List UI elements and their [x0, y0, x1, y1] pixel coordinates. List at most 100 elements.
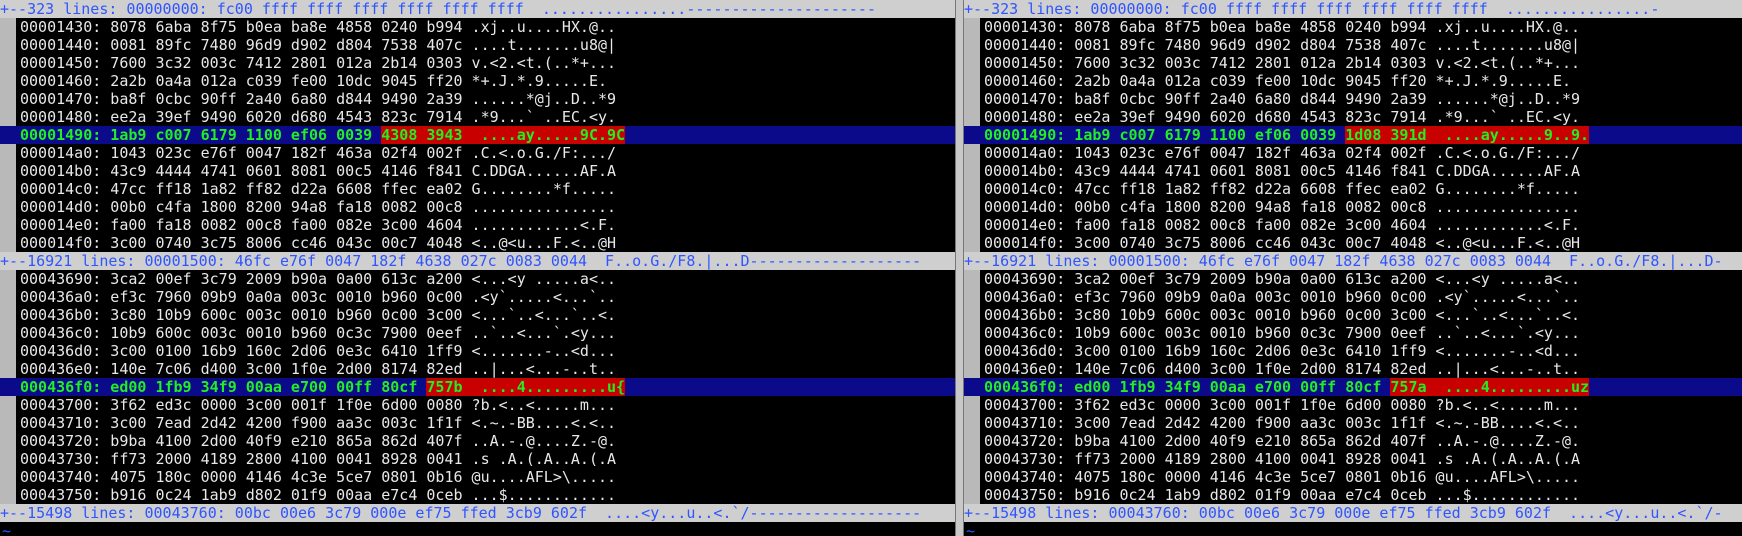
diff-gutter [0, 360, 16, 378]
hex-line[interactable]: 00043730: ff73 2000 4189 2800 4100 0041 … [980, 450, 1580, 468]
unchanged-part: 000436f0: ed00 1fb9 34f9 00aa e700 00ff … [984, 378, 1391, 396]
hex-line[interactable]: 00001470: ba8f 0cbc 90ff 2a40 6a80 d844 … [16, 90, 616, 108]
hex-line[interactable]: 000436c0: 10b9 600c 003c 0010 b960 0c3c … [980, 324, 1580, 342]
diff-gutter [964, 234, 980, 252]
hex-line[interactable]: 00043700: 3f62 ed3c 0000 3c00 001f 1f0e … [16, 396, 616, 414]
diff-gutter [964, 198, 980, 216]
hex-line[interactable]: 00001440: 0081 89fc 7480 96d9 d902 d804 … [16, 36, 616, 54]
changed-bytes: 1d08 391d [1345, 126, 1427, 144]
diff-gutter [964, 36, 980, 54]
hex-line[interactable]: 00043730: ff73 2000 4189 2800 4100 0041 … [16, 450, 616, 468]
diff-gutter [0, 324, 16, 342]
hex-line[interactable]: 000436c0: 10b9 600c 003c 0010 b960 0c3c … [16, 324, 616, 342]
hex-line[interactable]: 000436a0: ef3c 7960 09b9 0a0a 003c 0010 … [16, 288, 616, 306]
changed-ascii: 9..9. [1543, 126, 1590, 144]
right-diff-pane[interactable]: +--323 lines: 00000000: fc00 ffff ffff f… [964, 0, 1742, 536]
changed-hex-line[interactable]: 000436f0: ed00 1fb9 34f9 00aa e700 00ff … [0, 378, 955, 396]
hex-line[interactable]: 000014e0: fa00 fa18 0082 00c8 fa00 082e … [980, 216, 1580, 234]
vertical-split-separator[interactable] [955, 0, 964, 536]
hex-line[interactable]: 000014b0: 43c9 4444 4741 0601 8081 00c5 … [980, 162, 1580, 180]
diff-gutter [964, 396, 980, 414]
hex-line[interactable]: 000014b0: 43c9 4444 4741 0601 8081 00c5 … [16, 162, 616, 180]
hex-line[interactable]: 00001430: 8078 6aba 8f75 b0ea ba8e 4858 … [16, 18, 616, 36]
hex-line[interactable]: 000014c0: 47cc ff18 1a82 ff82 d22a 6608 … [16, 180, 616, 198]
hex-line[interactable]: 000014d0: 00b0 c4fa 1800 8200 94a8 fa18 … [980, 198, 1580, 216]
diff-gap [1426, 378, 1445, 396]
changed-ascii: u{ [607, 378, 626, 396]
changed-hex-line[interactable]: 00001490: 1ab9 c007 6179 1100 ef06 0039 … [0, 126, 955, 144]
changed-ascii-prefix: ....4......... [1444, 378, 1572, 396]
changed-ascii: uz [1571, 378, 1590, 396]
diff-gutter [0, 396, 16, 414]
hex-line[interactable]: 000014d0: 00b0 c4fa 1800 8200 94a8 fa18 … [16, 198, 616, 216]
unchanged-part: 000436f0: ed00 1fb9 34f9 00aa e700 00ff … [20, 378, 427, 396]
diff-gutter [0, 270, 16, 288]
hex-line[interactable]: 00043710: 3c00 7ead 2d42 4200 f900 aa3c … [16, 414, 616, 432]
hex-line[interactable]: 00043690: 3ca2 00ef 3c79 2009 b90a 0a00 … [980, 270, 1580, 288]
diff-gutter [0, 486, 16, 504]
diff-gutter [0, 144, 16, 162]
diff-gutter [964, 432, 980, 450]
hex-line[interactable]: 000014f0: 3c00 0740 3c75 8006 cc46 043c … [980, 234, 1580, 252]
hex-line[interactable]: 00043720: b9ba 4100 2d00 40f9 e210 865a … [980, 432, 1580, 450]
diff-gutter [964, 180, 980, 198]
hex-line[interactable]: 00001480: ee2a 39ef 9490 6020 d680 4543 … [16, 108, 616, 126]
hex-line[interactable]: 00001460: 2a2b 0a4a 012a c039 fe00 10dc … [980, 72, 1571, 90]
hex-line[interactable]: 00043750: b916 0c24 1ab9 d802 01f9 00aa … [16, 486, 616, 504]
diff-gutter [964, 54, 980, 72]
hex-line[interactable]: 00001480: ee2a 39ef 9490 6020 d680 4543 … [980, 108, 1580, 126]
diff-gutter [0, 468, 16, 486]
hex-line[interactable]: 000436b0: 3c80 10b9 600c 003c 0010 b960 … [16, 306, 616, 324]
hex-line[interactable]: 00043750: b916 0c24 1ab9 d802 01f9 00aa … [980, 486, 1580, 504]
changed-ascii-prefix: ....ay..... [1444, 126, 1544, 144]
hex-line[interactable]: 000436d0: 3c00 0100 16b9 160c 2d06 0e3c … [980, 342, 1580, 360]
hex-line[interactable]: 000014c0: 47cc ff18 1a82 ff82 d22a 6608 … [980, 180, 1580, 198]
left-diff-pane[interactable]: +--323 lines: 00000000: fc00 ffff ffff f… [0, 0, 955, 536]
changed-bytes: 757b [426, 378, 463, 396]
hex-line[interactable]: 00043720: b9ba 4100 2d00 40f9 e210 865a … [16, 432, 616, 450]
changed-hex-line[interactable]: 00001490: 1ab9 c007 6179 1100 ef06 0039 … [964, 126, 1742, 144]
hex-line[interactable]: 00001440: 0081 89fc 7480 96d9 d902 d804 … [980, 36, 1580, 54]
empty-buffer-tilde: ~ [2, 522, 12, 536]
diff-gutter [964, 306, 980, 324]
changed-bytes: 757a [1390, 378, 1427, 396]
hex-line[interactable]: 00043740: 4075 180c 0000 4146 4c3e 5ce7 … [980, 468, 1580, 486]
changed-ascii-prefix: ....4......... [480, 378, 608, 396]
hex-line[interactable]: 000014a0: 1043 023c e76f 0047 182f 463a … [16, 144, 616, 162]
diff-gap [462, 378, 481, 396]
hex-line[interactable]: 000436e0: 140e 7c06 d400 3c00 1f0e 2d00 … [980, 360, 1580, 378]
diff-gutter [0, 90, 16, 108]
fold-line[interactable]: +--323 lines: 00000000: fc00 ffff ffff f… [964, 0, 1742, 18]
diff-gutter [0, 414, 16, 432]
diff-gutter [964, 486, 980, 504]
hex-line[interactable]: 00043710: 3c00 7ead 2d42 4200 f900 aa3c … [980, 414, 1580, 432]
hex-line[interactable]: 00001450: 7600 3c32 003c 7412 2801 012a … [980, 54, 1580, 72]
hex-line[interactable]: 00043700: 3f62 ed3c 0000 3c00 001f 1f0e … [980, 396, 1580, 414]
fold-line[interactable]: +--15498 lines: 00043760: 00bc 00e6 3c79… [964, 504, 1742, 522]
hex-line[interactable]: 00001450: 7600 3c32 003c 7412 2801 012a … [16, 54, 616, 72]
unchanged-part: 00001490: 1ab9 c007 6179 1100 ef06 0039 [20, 126, 382, 144]
hex-line[interactable]: 000014a0: 1043 023c e76f 0047 182f 463a … [980, 144, 1580, 162]
hex-line[interactable]: 000436a0: ef3c 7960 09b9 0a0a 003c 0010 … [980, 288, 1580, 306]
hex-line[interactable]: 000014e0: fa00 fa18 0082 00c8 fa00 082e … [16, 216, 616, 234]
hex-line[interactable]: 00001470: ba8f 0cbc 90ff 2a40 6a80 d844 … [980, 90, 1580, 108]
fold-line[interactable]: +--15498 lines: 00043760: 00bc 00e6 3c79… [0, 504, 955, 522]
hex-line[interactable]: 000436d0: 3c00 0100 16b9 160c 2d06 0e3c … [16, 342, 616, 360]
hex-line[interactable]: 00001460: 2a2b 0a4a 012a c039 fe00 10dc … [16, 72, 607, 90]
hex-line[interactable]: 00043690: 3ca2 00ef 3c79 2009 b90a 0a00 … [16, 270, 616, 288]
fold-line[interactable]: +--16921 lines: 00001500: 46fc e76f 0047… [964, 252, 1742, 270]
diff-gutter [0, 342, 16, 360]
diff-gutter [0, 450, 16, 468]
hex-line[interactable]: 000436b0: 3c80 10b9 600c 003c 0010 b960 … [980, 306, 1580, 324]
diff-gutter [964, 288, 980, 306]
changed-hex-line[interactable]: 000436f0: ed00 1fb9 34f9 00aa e700 00ff … [964, 378, 1742, 396]
hex-line[interactable]: 000436e0: 140e 7c06 d400 3c00 1f0e 2d00 … [16, 360, 616, 378]
fold-line[interactable]: +--16921 lines: 00001500: 46fc e76f 0047… [0, 252, 955, 270]
changed-bytes: 4308 3943 [381, 126, 463, 144]
hex-line[interactable]: 000014f0: 3c00 0740 3c75 8006 cc46 043c … [16, 234, 616, 252]
diff-gutter [0, 162, 16, 180]
hex-line[interactable]: 00043740: 4075 180c 0000 4146 4c3e 5ce7 … [16, 468, 616, 486]
diff-gutter [964, 108, 980, 126]
hex-line[interactable]: 00001430: 8078 6aba 8f75 b0ea ba8e 4858 … [980, 18, 1580, 36]
fold-line[interactable]: +--323 lines: 00000000: fc00 ffff ffff f… [0, 0, 955, 18]
